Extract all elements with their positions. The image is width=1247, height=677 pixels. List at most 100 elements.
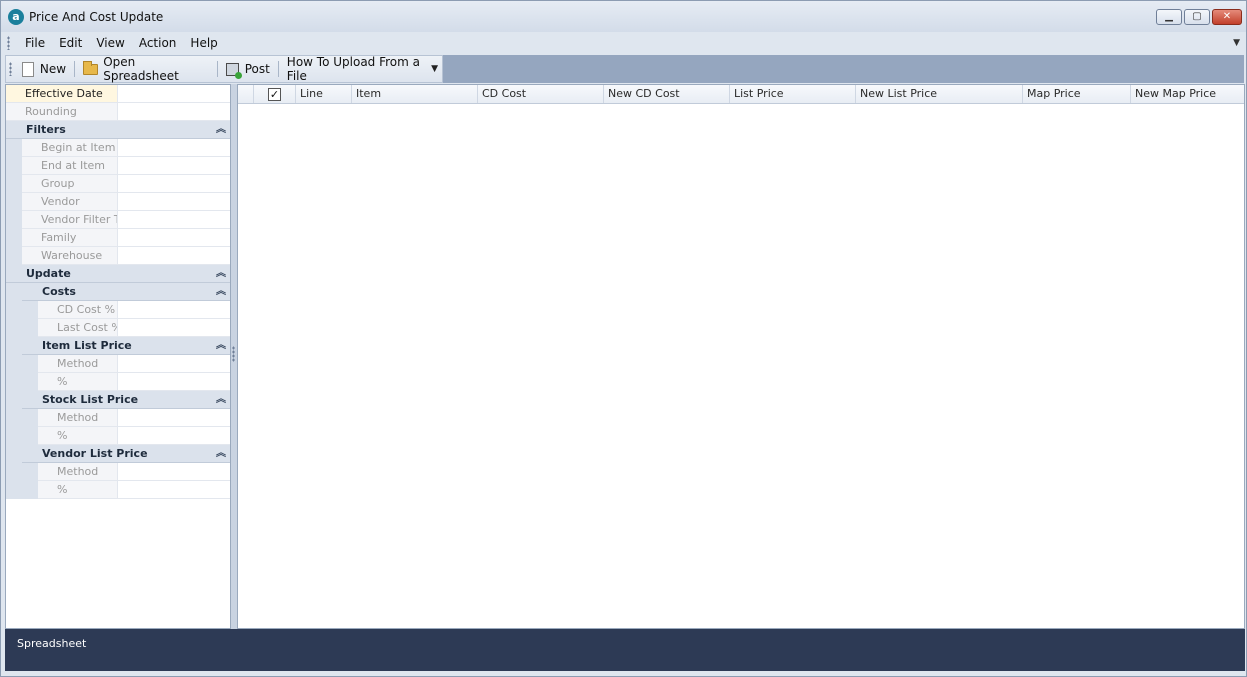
item-pct-field[interactable] <box>118 373 230 390</box>
stock-list-price-section-header[interactable]: Stock List Price ︽ <box>22 391 230 409</box>
collapse-chevron-icon[interactable]: ︽ <box>216 445 226 462</box>
column-header-new-list-price[interactable]: New List Price <box>856 85 1023 103</box>
splitter-grip-icon[interactable] <box>232 346 235 362</box>
menu-view[interactable]: View <box>89 36 131 50</box>
family-label: Family <box>22 229 118 246</box>
open-spreadsheet-button[interactable]: Open Spreadsheet <box>77 55 215 83</box>
cd-cost-pct-field[interactable] <box>118 301 230 318</box>
vendor-filter-label: Vendor Filter T <box>22 211 118 228</box>
row-indicator-header <box>238 85 254 103</box>
vendor-label: Vendor <box>22 193 118 210</box>
stock-list-price-header-label: Stock List Price <box>42 393 139 406</box>
title-bar: a Price And Cost Update ▁ ▢ ✕ <box>1 1 1246 32</box>
column-header-list-price[interactable]: List Price <box>730 85 856 103</box>
collapse-chevron-icon[interactable]: ︽ <box>216 391 226 408</box>
item-list-price-header-label: Item List Price <box>42 339 132 352</box>
update-section-header[interactable]: Update ︽ <box>6 265 230 283</box>
vendor-pct-row[interactable]: % <box>38 481 230 499</box>
column-header-cd-cost[interactable]: CD Cost <box>478 85 604 103</box>
open-spreadsheet-label: Open Spreadsheet <box>103 55 179 83</box>
filters-section-header[interactable]: Filters ︽ <box>6 121 230 139</box>
toolbar-grip-icon[interactable] <box>9 62 12 76</box>
menu-action[interactable]: Action <box>132 36 184 50</box>
effective-date-row[interactable]: Effective Date <box>6 85 230 103</box>
cd-cost-pct-label: CD Cost % <box>38 301 118 318</box>
app-logo-icon: a <box>8 8 24 25</box>
group-row[interactable]: Group <box>22 175 230 193</box>
item-method-field[interactable] <box>118 355 230 372</box>
warehouse-field[interactable] <box>118 247 230 264</box>
column-header-new-map-price[interactable]: New Map Price <box>1131 85 1244 103</box>
new-button[interactable]: New <box>16 58 72 80</box>
rounding-field[interactable] <box>118 103 230 120</box>
menu-file[interactable]: File <box>18 36 52 50</box>
vendor-row[interactable]: Vendor <box>22 193 230 211</box>
vendor-filter-row[interactable]: Vendor Filter T <box>22 211 230 229</box>
family-field[interactable] <box>118 229 230 246</box>
spreadsheet-tab[interactable]: Spreadsheet <box>17 637 86 650</box>
warehouse-label: Warehouse <box>22 247 118 264</box>
column-header-item[interactable]: Item <box>352 85 478 103</box>
post-button-label: Post <box>244 62 270 76</box>
effective-date-field[interactable] <box>118 85 230 102</box>
menu-edit[interactable]: Edit <box>52 36 89 50</box>
column-header-line[interactable]: Line <box>296 85 352 103</box>
vendor-field[interactable] <box>118 193 230 210</box>
end-at-item-field[interactable] <box>118 157 230 174</box>
end-at-item-row[interactable]: End at Item <box>22 157 230 175</box>
vendor-filter-field[interactable] <box>118 211 230 228</box>
grid-header: ✓ Line Item CD Cost New CD Cost List Pri… <box>238 85 1244 104</box>
item-pct-label: % <box>38 373 118 390</box>
toolbar-separator <box>277 61 279 77</box>
warehouse-row[interactable]: Warehouse <box>22 247 230 265</box>
vendor-list-price-header-label: Vendor List Price <box>42 447 148 460</box>
menu-grip-icon[interactable] <box>7 36 10 50</box>
post-button[interactable]: Post <box>220 58 276 80</box>
minimize-button[interactable]: ▁ <box>1156 9 1182 25</box>
cd-cost-pct-row[interactable]: CD Cost % <box>38 301 230 319</box>
vendor-method-label: Method <box>38 463 118 480</box>
vendor-method-field[interactable] <box>118 463 230 480</box>
item-list-price-section-header[interactable]: Item List Price ︽ <box>22 337 230 355</box>
last-cost-pct-field[interactable] <box>118 319 230 336</box>
menu-bar: File Edit View Action Help ▼ <box>1 32 1246 54</box>
last-cost-pct-row[interactable]: Last Cost % <box>38 319 230 337</box>
stock-pct-row[interactable]: % <box>38 427 230 445</box>
costs-header-label: Costs <box>42 285 76 298</box>
collapse-chevron-icon[interactable]: ︽ <box>216 283 226 300</box>
collapse-chevron-icon[interactable]: ︽ <box>216 265 226 282</box>
close-button[interactable]: ✕ <box>1212 9 1242 25</box>
toolbar-overflow-icon[interactable]: ▼ <box>431 64 438 74</box>
begin-at-item-row[interactable]: Begin at Item <box>22 139 230 157</box>
toolbar: New Open Spreadsheet Post How To Upload … <box>5 55 443 83</box>
stock-pct-field[interactable] <box>118 427 230 444</box>
rounding-row[interactable]: Rounding <box>6 103 230 121</box>
new-button-label: New <box>39 62 67 76</box>
column-header-map-price[interactable]: Map Price <box>1023 85 1131 103</box>
family-row[interactable]: Family <box>22 229 230 247</box>
menu-help[interactable]: Help <box>183 36 224 50</box>
toolbar-separator <box>216 61 218 77</box>
toolbar-strip <box>443 55 1244 83</box>
select-all-header[interactable]: ✓ <box>254 85 296 103</box>
properties-panel: Effective Date Rounding Filters ︽ Begin … <box>5 84 231 629</box>
stock-method-field[interactable] <box>118 409 230 426</box>
vendor-pct-field[interactable] <box>118 481 230 498</box>
column-header-new-cd-cost[interactable]: New CD Cost <box>604 85 730 103</box>
begin-at-item-field[interactable] <box>118 139 230 156</box>
costs-section-header[interactable]: Costs ︽ <box>22 283 230 301</box>
item-method-row[interactable]: Method <box>38 355 230 373</box>
how-to-upload-button[interactable]: How To Upload From a File <box>281 55 442 83</box>
vendor-method-row[interactable]: Method <box>38 463 230 481</box>
vendor-list-price-section-header[interactable]: Vendor List Price ︽ <box>22 445 230 463</box>
group-field[interactable] <box>118 175 230 192</box>
collapse-chevron-icon[interactable]: ︽ <box>216 337 226 354</box>
item-pct-row[interactable]: % <box>38 373 230 391</box>
maximize-button[interactable]: ▢ <box>1184 9 1210 25</box>
menu-overflow-icon[interactable]: ▼ <box>1233 38 1240 48</box>
stock-method-row[interactable]: Method <box>38 409 230 427</box>
maximize-icon: ▢ <box>1192 11 1202 22</box>
item-method-label: Method <box>38 355 118 372</box>
select-all-checkbox[interactable]: ✓ <box>268 87 281 101</box>
collapse-chevron-icon[interactable]: ︽ <box>216 121 226 138</box>
